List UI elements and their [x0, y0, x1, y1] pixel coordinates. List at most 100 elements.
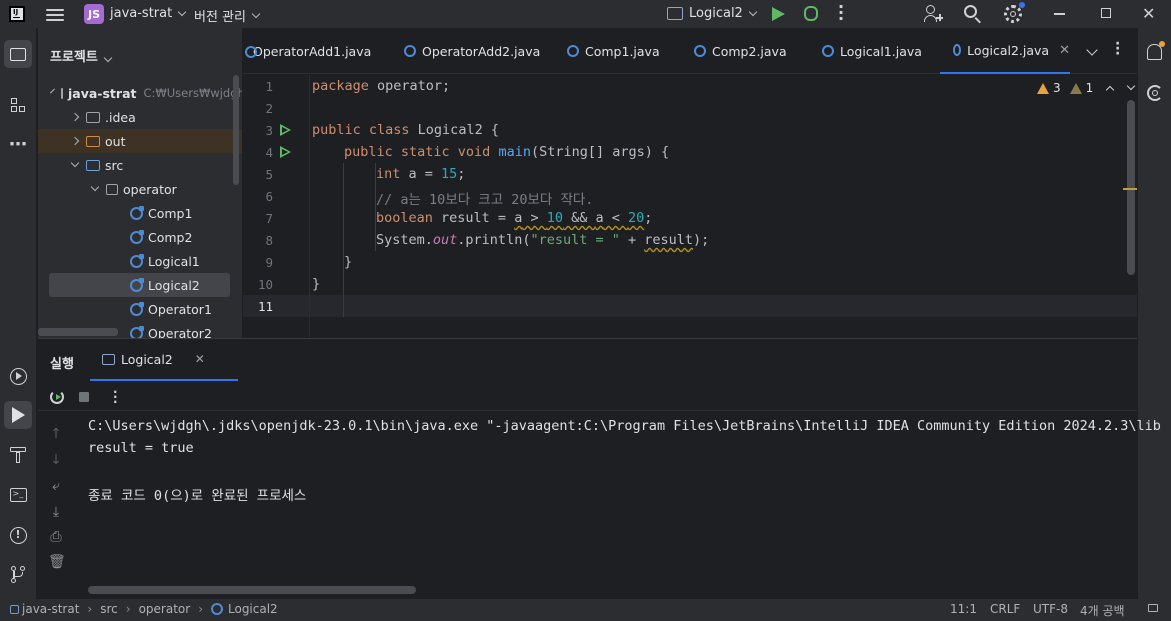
project-name: java-strat	[110, 6, 173, 21]
inspection-widget[interactable]: 3 1	[1037, 81, 1136, 95]
problems-icon: !	[9, 526, 27, 544]
project-scrollbar-vertical[interactable]	[233, 75, 239, 185]
java-class-icon	[130, 325, 144, 338]
console-scrollbar-horizontal[interactable]	[88, 586, 416, 594]
breadcrumb: java-strat › src › operator › Logical2	[10, 602, 278, 616]
soft-wrap-icon[interactable]: ⤶	[48, 478, 64, 494]
maximize-icon[interactable]	[1101, 8, 1111, 18]
tabs-overflow-chevron-icon[interactable]	[1086, 44, 1098, 56]
more-tools-icon[interactable]: ⋯	[4, 130, 32, 158]
tab-operatoradd2[interactable]: OperatorAdd2.java	[404, 28, 554, 74]
run-config-selector[interactable]: Logical2	[667, 6, 758, 21]
tree-item-out[interactable]: out	[38, 129, 242, 153]
console-side-toolbar: ↑ ↓ ⤶ ⤓ ⎙ 🗑	[38, 412, 74, 600]
project-scrollbar-horizontal[interactable]	[38, 328, 118, 336]
stop-icon[interactable]	[79, 392, 89, 402]
project-badge[interactable]: JS	[84, 4, 104, 24]
breadcrumb-item[interactable]: java-strat	[22, 602, 79, 616]
debug-icon[interactable]	[804, 6, 818, 21]
chevron-up-icon[interactable]	[1106, 85, 1115, 95]
tree-item-idea[interactable]: .idea	[38, 105, 234, 129]
close-tab-icon[interactable]: ✕	[195, 352, 205, 366]
tree-item-label: src	[105, 157, 124, 173]
chevron-down-icon	[90, 182, 100, 192]
more-actions-icon[interactable]: · · ·	[113, 386, 118, 408]
source-folder-icon	[86, 159, 100, 171]
status-bar: java-strat › src › operator › Logical2 1…	[0, 599, 1171, 621]
tab-label: OperatorAdd1.java	[253, 43, 372, 59]
file-encoding[interactable]: UTF-8	[1033, 602, 1068, 616]
breadcrumb-item[interactable]: operator	[139, 602, 191, 616]
more-actions-icon[interactable]: · · ·	[838, 0, 844, 27]
tree-item-logical1[interactable]: Logical1	[38, 249, 234, 273]
chevron-down-icon[interactable]	[1127, 81, 1136, 91]
arrow-down-icon[interactable]: ↓	[48, 452, 64, 468]
java-class-icon	[130, 253, 144, 268]
run-gutter-icon[interactable]	[280, 124, 291, 136]
rerun-icon[interactable]	[50, 390, 64, 404]
project-tool-button[interactable]	[4, 40, 32, 68]
close-tab-icon[interactable]: ✕	[1059, 43, 1070, 58]
left-tool-strip: ⋯ >_ !	[0, 28, 37, 599]
run-config-label: Logical2	[689, 6, 743, 21]
module-folder-icon	[61, 87, 63, 99]
tab-comp2[interactable]: Comp2.java	[694, 28, 809, 74]
terminal-tool-button[interactable]: >_	[4, 481, 32, 509]
build-tool-button[interactable]	[4, 441, 32, 469]
main-menu-icon[interactable]	[46, 6, 64, 22]
tree-item-java-strat[interactable]: java-strat C:₩Users₩wjdgh	[38, 81, 242, 105]
problems-tool-button[interactable]: !	[4, 521, 32, 549]
tree-item-src[interactable]: src	[38, 153, 234, 177]
close-window-icon[interactable]: ✕	[1142, 4, 1155, 23]
tree-item-comp1[interactable]: Comp1	[38, 201, 234, 225]
add-user-icon[interactable]	[924, 5, 943, 23]
run-gutter-icon[interactable]	[280, 146, 291, 158]
tab-label: OperatorAdd2.java	[422, 43, 541, 59]
java-class-icon	[822, 45, 834, 57]
app-logo-icon[interactable]: IJ	[9, 6, 25, 22]
tree-item-comp2[interactable]: Comp2	[38, 225, 234, 249]
arrow-up-icon[interactable]: ↑	[48, 426, 64, 442]
notifications-icon[interactable]	[1147, 41, 1165, 60]
run-config-icon	[102, 353, 115, 365]
project-switcher[interactable]: java-strat	[110, 6, 187, 21]
folder-icon	[86, 135, 100, 147]
breadcrumb-item[interactable]: src	[100, 602, 118, 616]
line-separator[interactable]: CRLF	[990, 602, 1020, 616]
structure-tool-button[interactable]	[4, 91, 32, 119]
trash-icon[interactable]: 🗑	[48, 554, 66, 570]
vcs-menu[interactable]: 버전 관리	[194, 6, 261, 25]
minimize-icon[interactable]	[1054, 13, 1065, 15]
project-panel-title[interactable]: 프로젝트	[50, 46, 113, 65]
code-editor[interactable]: 1 2 3 4 5 6 7 8 9 10 11 package operator…	[243, 75, 1137, 337]
code-line-1: package operator;	[312, 78, 451, 94]
breadcrumb-item[interactable]: Logical2	[228, 602, 278, 616]
tree-item-operator1[interactable]: Operator1	[38, 297, 234, 321]
vcs-label: 버전 관리	[194, 10, 246, 25]
scroll-to-end-icon[interactable]: ⤓	[48, 504, 64, 520]
indent-setting[interactable]: 4개 공백	[1080, 602, 1125, 619]
settings-gear-icon[interactable]	[1004, 2, 1025, 23]
tree-item-label: Logical2	[148, 277, 200, 293]
ai-assistant-icon[interactable]	[1147, 85, 1163, 101]
tab-logical1[interactable]: Logical1.java	[822, 28, 942, 74]
tabs-more-icon[interactable]: · · ·	[1115, 37, 1120, 61]
run-tool-button[interactable]	[4, 401, 32, 429]
services-tool-button[interactable]	[4, 362, 32, 390]
caret-position[interactable]: 11:1	[950, 602, 977, 616]
tab-operatoradd1[interactable]: OperatorAdd1.java	[243, 28, 393, 74]
tab-logical2[interactable]: Logical2.java ✕	[940, 28, 1070, 74]
lock-icon[interactable]	[1148, 604, 1158, 612]
print-icon[interactable]: ⎙	[48, 529, 64, 545]
tree-item-logical2[interactable]: Logical2	[49, 273, 230, 297]
run-tab-logical2[interactable]: Logical2 ✕	[90, 339, 238, 381]
chevron-right-icon	[70, 112, 80, 122]
tree-item-operator[interactable]: operator	[38, 177, 234, 201]
git-tool-button[interactable]	[4, 561, 32, 589]
search-icon[interactable]	[964, 5, 982, 24]
warning-stripe-marker[interactable]	[1123, 188, 1137, 190]
run-icon[interactable]	[772, 7, 785, 21]
tab-comp1[interactable]: Comp1.java	[567, 28, 682, 74]
code-line-4: public static void main(String[] args) {	[344, 144, 670, 160]
tree-item-label: Comp1	[148, 205, 193, 221]
